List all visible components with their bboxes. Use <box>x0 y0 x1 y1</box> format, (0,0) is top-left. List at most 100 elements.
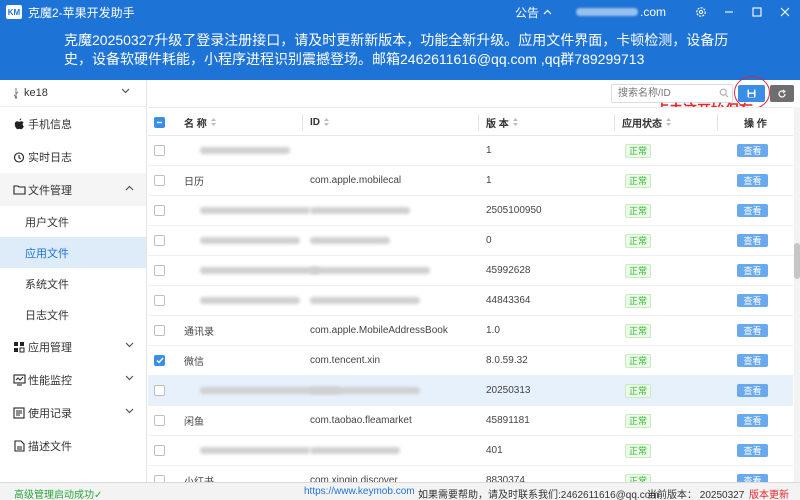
view-button[interactable]: 查看 <box>737 444 768 457</box>
app-name-cell: 通讯录 <box>184 327 214 338</box>
account-email[interactable]: .com <box>575 5 666 19</box>
checkbox-box <box>154 205 165 216</box>
header-id[interactable]: ID <box>310 108 330 136</box>
header-name[interactable]: 名 称 <box>184 108 217 136</box>
redacted-name <box>200 147 290 154</box>
row-checkbox[interactable] <box>154 406 165 435</box>
status-cell: 正常 <box>625 346 652 375</box>
close-button[interactable] <box>772 0 798 24</box>
app-title: 克魔2-苹果开发助手 <box>28 5 135 20</box>
row-checkbox[interactable] <box>154 226 165 255</box>
minimize-icon <box>725 11 733 13</box>
row-checkbox[interactable] <box>154 136 165 165</box>
version-cell: 2505100950 <box>486 205 542 216</box>
header-version[interactable]: 版 本 <box>486 108 519 136</box>
header-label: 应用状态 <box>622 118 662 130</box>
row-checkbox[interactable] <box>154 466 165 482</box>
minus-icon <box>157 121 162 123</box>
table-row[interactable]: 401 正常 查看 <box>148 436 793 466</box>
table-row[interactable]: 闲鱼 com.taobao.fleamarket 45891181 正常 查看 <box>148 406 793 436</box>
row-checkbox[interactable] <box>154 436 165 465</box>
view-button[interactable]: 查看 <box>737 204 768 217</box>
sidebar-item-phone-info[interactable]: 手机信息 <box>0 107 146 140</box>
notice-menu[interactable]: 公告 <box>515 4 552 21</box>
status-bar: 高级管理启动成功✓ https://www.keymob.com 如果需要帮助，… <box>0 482 800 500</box>
version-cell: 1.0 <box>486 325 500 336</box>
redacted-id <box>310 387 420 394</box>
chevron-up-icon <box>125 185 134 191</box>
row-checkbox[interactable] <box>154 166 165 195</box>
sidebar-sub-user-files[interactable]: 用户文件 <box>0 206 146 237</box>
view-button[interactable]: 查看 <box>737 264 768 277</box>
bundle-id-cell: com.apple.mobilecal <box>310 175 402 186</box>
sidebar-item-profile[interactable]: 描述文件 <box>0 429 146 462</box>
refresh-button[interactable] <box>770 85 794 102</box>
row-checkbox[interactable] <box>154 376 165 405</box>
header-label: 版 本 <box>486 118 509 130</box>
table-row[interactable]: 44843364 正常 查看 <box>148 286 793 316</box>
redacted-name <box>200 297 300 304</box>
table-scrollbar[interactable] <box>794 107 800 482</box>
bundle-id-cell <box>310 196 410 225</box>
scroll-thumb[interactable] <box>794 243 800 279</box>
sidebar-item-usage-records[interactable]: 使用记录 <box>0 396 146 429</box>
announcement-banner: 克魔20250327升级了登录注册接口，请及时更新新版本，功能全新升级。应用文件… <box>0 24 800 80</box>
settings-button[interactable] <box>688 0 714 24</box>
sidebar-item-label: 应用管理 <box>28 341 72 354</box>
maximize-button[interactable] <box>744 0 770 24</box>
gear-icon <box>696 7 706 17</box>
row-checkbox[interactable] <box>154 286 165 315</box>
status-cell: 正常 <box>625 286 652 315</box>
view-button[interactable]: 查看 <box>737 384 768 397</box>
view-button[interactable]: 查看 <box>737 144 768 157</box>
table-row[interactable]: 20250313 正常 查看 <box>148 376 793 406</box>
sidebar-item-performance[interactable]: 性能监控 <box>0 363 146 396</box>
website-link[interactable]: https://www.keymob.com <box>304 486 415 497</box>
minimize-button[interactable] <box>716 0 742 24</box>
view-button[interactable]: 查看 <box>737 474 768 482</box>
table-row[interactable]: 通讯录 com.apple.MobileAddressBook 1.0 正常 查看 <box>148 316 793 346</box>
version-cell: 401 <box>486 445 503 456</box>
table-row[interactable]: 小红书 com.xingin.discover 8830374 正常 查看 <box>148 466 793 482</box>
table-row[interactable]: 日历 com.apple.mobilecal 1 正常 查看 <box>148 166 793 196</box>
column-separator <box>478 114 479 130</box>
row-checkbox[interactable] <box>154 256 165 285</box>
sidebar-item-label: 手机信息 <box>28 118 72 131</box>
row-checkbox[interactable] <box>154 316 165 345</box>
sidebar-item-file-manager[interactable]: 文件管理 <box>0 173 146 206</box>
sidebar-item-app-manager[interactable]: 应用管理 <box>0 330 146 363</box>
device-select[interactable]: ke18 <box>0 80 146 107</box>
sidebar-item-realtime-log[interactable]: 实时日志 <box>0 140 146 173</box>
header-label: 名 称 <box>184 118 207 130</box>
sidebar-sub-log-files[interactable]: 日志文件 <box>0 299 146 330</box>
header-status[interactable]: 应用状态 <box>622 108 672 136</box>
table-row[interactable]: 微信 com.tencent.xin 8.0.59.32 正常 查看 <box>148 346 793 376</box>
header-label: ID <box>310 116 320 128</box>
select-all-checkbox[interactable] <box>154 108 165 136</box>
bundle-id-cell <box>310 256 430 285</box>
table-row[interactable]: 2505100950 正常 查看 <box>148 196 793 226</box>
view-button[interactable]: 查看 <box>737 354 768 367</box>
table-row[interactable]: 0 正常 查看 <box>148 226 793 256</box>
status-badge: 正常 <box>625 323 652 338</box>
status-badge: 正常 <box>625 443 652 458</box>
table-row[interactable]: 45992628 正常 查看 <box>148 256 793 286</box>
help-contact: 如果需要帮助，请及时联系我们:2462611616@qq.com <box>418 490 659 500</box>
view-button[interactable]: 查看 <box>737 324 768 337</box>
sidebar-item-label: 描述文件 <box>28 440 72 453</box>
sidebar-item-label: 使用记录 <box>28 407 72 420</box>
table-row[interactable]: 1 正常 查看 <box>148 136 793 166</box>
status-badge: 正常 <box>625 143 652 158</box>
status-badge: 正常 <box>625 293 652 308</box>
view-button[interactable]: 查看 <box>737 294 768 307</box>
view-button[interactable]: 查看 <box>737 414 768 427</box>
row-checkbox[interactable] <box>154 196 165 225</box>
sidebar-sub-system-files[interactable]: 系统文件 <box>0 268 146 299</box>
app-name-cell <box>184 136 290 165</box>
sidebar-sub-app-files[interactable]: 应用文件 <box>0 237 146 268</box>
redacted-id <box>310 207 410 214</box>
view-button[interactable]: 查看 <box>737 174 768 187</box>
row-checkbox[interactable] <box>154 346 165 375</box>
update-link[interactable]: 版本更新 <box>749 486 789 500</box>
view-button[interactable]: 查看 <box>737 234 768 247</box>
